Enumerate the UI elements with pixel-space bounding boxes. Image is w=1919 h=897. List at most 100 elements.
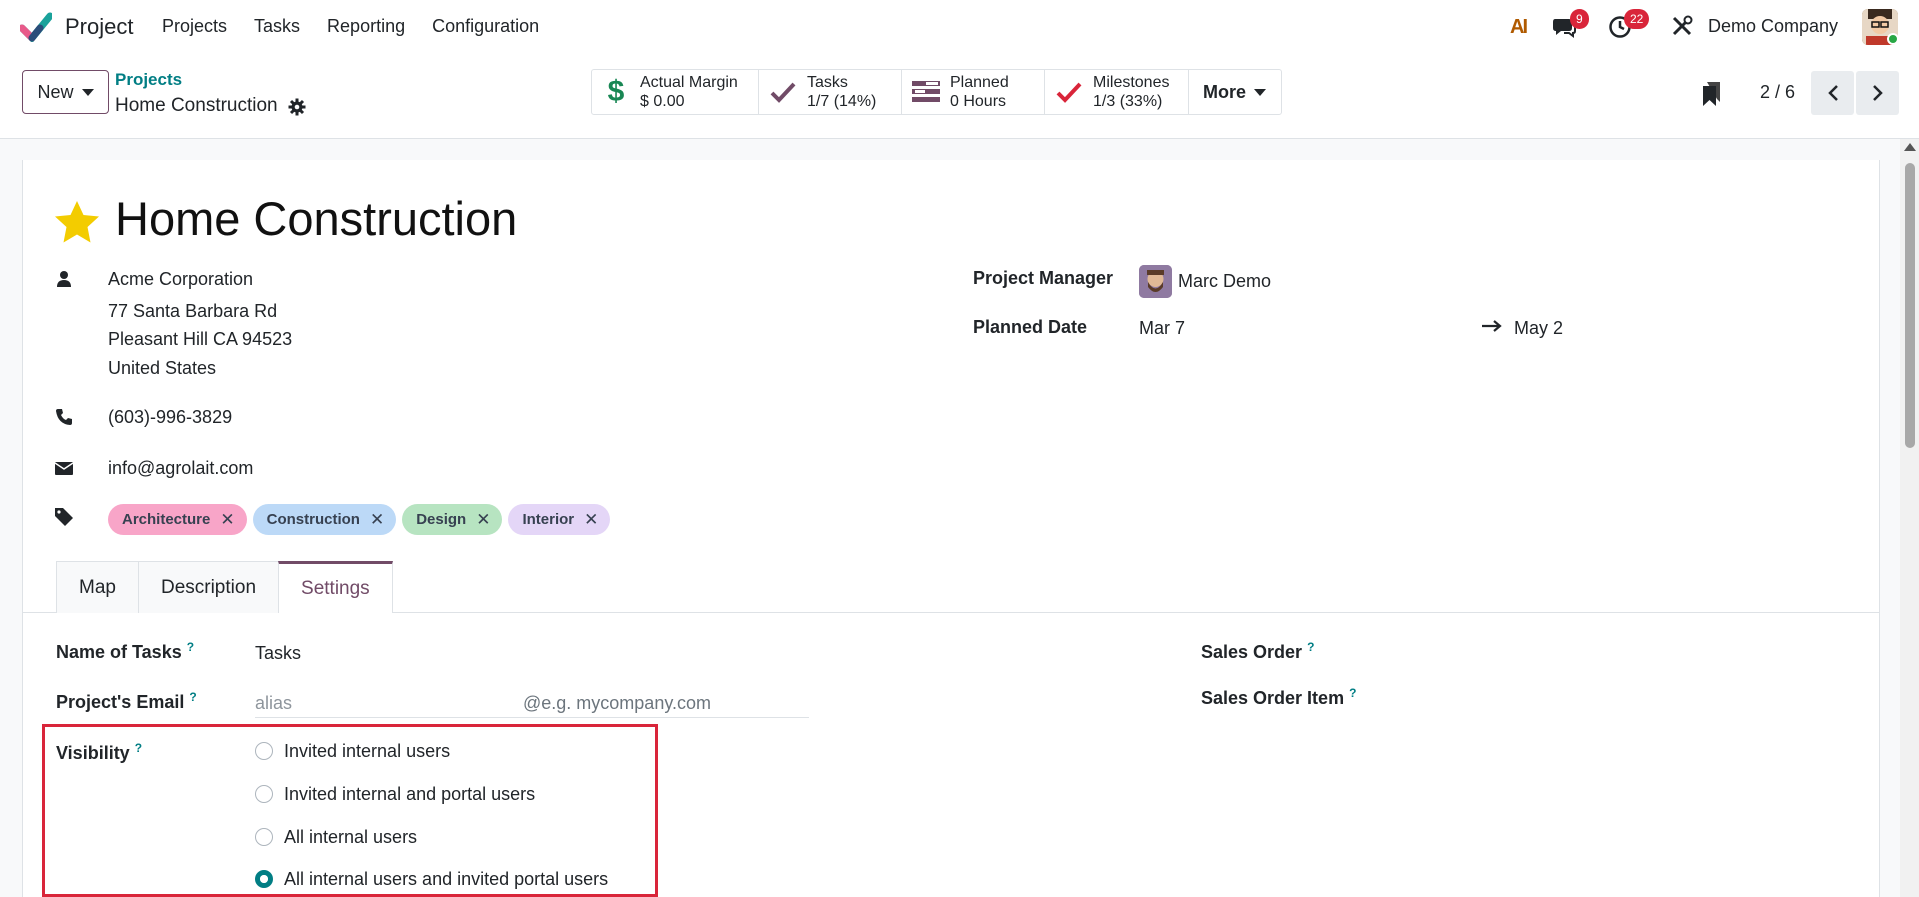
menu-reporting[interactable]: Reporting bbox=[327, 16, 405, 37]
visibility-option-label[interactable]: All internal users and invited portal us… bbox=[284, 869, 608, 890]
ai-icon[interactable]: AI bbox=[1510, 16, 1528, 39]
visibility-radio-all-internal[interactable] bbox=[255, 828, 273, 846]
more-label: More bbox=[1203, 81, 1247, 102]
arrow-right-icon bbox=[1482, 320, 1502, 332]
menu-projects[interactable]: Projects bbox=[162, 16, 227, 37]
bookmark-icon[interactable] bbox=[1703, 82, 1721, 106]
customer-country: United States bbox=[108, 358, 217, 378]
visibility-radio-invited-internal[interactable] bbox=[255, 742, 273, 760]
remove-tag-icon[interactable]: ✕ bbox=[584, 510, 598, 530]
check-icon bbox=[769, 78, 797, 106]
tag-label: Architecture bbox=[122, 511, 211, 528]
tab-map[interactable]: Map bbox=[56, 561, 139, 613]
scrollbar-thumb[interactable] bbox=[1905, 163, 1915, 448]
menu-tasks[interactable]: Tasks bbox=[254, 16, 300, 37]
online-status-icon bbox=[1887, 33, 1899, 45]
tag-label: Construction bbox=[266, 511, 360, 528]
gear-icon[interactable] bbox=[288, 98, 306, 116]
main-menu: Projects Tasks Reporting Configuration bbox=[162, 16, 566, 37]
check-icon bbox=[1055, 78, 1083, 106]
tag-interior: Interior ✕ bbox=[508, 504, 611, 535]
smart-button-value: $ 0.00 bbox=[640, 93, 685, 110]
project-email-label: Project's Email? bbox=[56, 690, 197, 712]
customer-name[interactable]: Acme Corporation bbox=[108, 269, 253, 290]
visibility-radio-all-internal-invited-portal[interactable] bbox=[255, 870, 273, 888]
notebook-tabs: Map Description Settings bbox=[56, 561, 393, 613]
new-button-label: New bbox=[37, 81, 74, 102]
phone-icon bbox=[56, 409, 72, 425]
planned-date-label: Planned Date bbox=[973, 317, 1088, 337]
pager-value[interactable]: 2 / 6 bbox=[1760, 82, 1795, 103]
more-button[interactable]: More bbox=[1189, 70, 1281, 114]
planning-icon bbox=[912, 78, 940, 106]
remove-tag-icon[interactable]: ✕ bbox=[220, 510, 234, 530]
remove-tag-icon[interactable]: ✕ bbox=[476, 510, 490, 530]
email-address[interactable]: info@agrolait.com bbox=[108, 458, 253, 479]
tag-label: Design bbox=[416, 511, 467, 528]
top-navbar: Project Projects Tasks Reporting Configu… bbox=[0, 0, 1919, 55]
project-app-icon[interactable] bbox=[20, 12, 52, 42]
favorite-star-icon[interactable] bbox=[54, 200, 100, 244]
email-icon bbox=[55, 462, 73, 475]
visibility-label: Visibility? bbox=[56, 741, 143, 763]
help-tooltip-icon[interactable]: ? bbox=[1307, 640, 1314, 654]
smart-buttons: $ Actual Margin $ 0.00 Tasks 1/7 (14%) P… bbox=[591, 69, 1282, 115]
customer-city: Pleasant Hill CA 94523 bbox=[108, 329, 293, 349]
chevron-right-icon bbox=[1872, 85, 1883, 101]
help-tooltip-icon[interactable]: ? bbox=[187, 640, 194, 654]
help-tooltip-icon[interactable]: ? bbox=[189, 690, 196, 704]
smart-button-actual-margin[interactable]: $ Actual Margin $ 0.00 bbox=[592, 70, 759, 114]
caret-down-icon bbox=[81, 88, 94, 96]
help-tooltip-icon[interactable]: ? bbox=[1349, 686, 1356, 700]
user-icon bbox=[57, 271, 71, 287]
app-name[interactable]: Project bbox=[65, 14, 133, 40]
pager-previous-button[interactable] bbox=[1811, 71, 1854, 115]
tools-icon[interactable] bbox=[1671, 15, 1693, 37]
remove-tag-icon[interactable]: ✕ bbox=[370, 510, 384, 530]
phone-number[interactable]: (603)-996-3829 bbox=[108, 407, 232, 428]
sales-order-label: Sales Order? bbox=[1201, 640, 1315, 662]
tags-field[interactable]: Architecture ✕ Construction ✕ Design ✕ I… bbox=[108, 504, 611, 535]
smart-button-planned[interactable]: Planned 0 Hours bbox=[902, 70, 1045, 114]
menu-configuration[interactable]: Configuration bbox=[432, 16, 539, 37]
tag-design: Design ✕ bbox=[402, 504, 503, 535]
smart-button-label: Milestones bbox=[1093, 74, 1170, 91]
project-title[interactable]: Home Construction bbox=[115, 191, 517, 246]
visibility-option-label[interactable]: Invited internal and portal users bbox=[284, 784, 535, 805]
scroll-up-arrow-icon[interactable] bbox=[1904, 143, 1916, 151]
caret-down-icon bbox=[1254, 88, 1267, 96]
planned-start-date[interactable]: Mar 7 bbox=[1139, 318, 1185, 339]
tab-description[interactable]: Description bbox=[137, 561, 280, 613]
name-of-tasks-input[interactable]: Tasks bbox=[255, 643, 301, 664]
chat-count-badge: 9 bbox=[1570, 9, 1589, 29]
email-input-underline bbox=[255, 717, 809, 718]
smart-button-value: 0 Hours bbox=[950, 93, 1007, 110]
smart-button-value: 1/7 (14%) bbox=[807, 93, 877, 110]
dollar-icon: $ bbox=[607, 75, 625, 108]
planned-end-date[interactable]: May 2 bbox=[1514, 318, 1563, 339]
visibility-option-label[interactable]: Invited internal users bbox=[284, 741, 450, 762]
tab-settings[interactable]: Settings bbox=[278, 561, 393, 613]
manager-avatar bbox=[1139, 265, 1172, 298]
tag-architecture: Architecture ✕ bbox=[108, 504, 247, 535]
visibility-radio-invited-internal-portal[interactable] bbox=[255, 785, 273, 803]
smart-button-label: Actual Margin bbox=[640, 74, 738, 91]
sales-order-item-label: Sales Order Item? bbox=[1201, 686, 1357, 708]
breadcrumb-current: Home Construction bbox=[115, 95, 278, 116]
new-button[interactable]: New bbox=[22, 70, 109, 114]
smart-button-tasks[interactable]: Tasks 1/7 (14%) bbox=[759, 70, 902, 114]
alias-domain-input[interactable]: @e.g. mycompany.com bbox=[523, 693, 711, 714]
alias-input[interactable]: alias bbox=[255, 693, 292, 714]
control-panel: New Projects Home Construction $ Actual … bbox=[0, 55, 1919, 139]
tag-construction: Construction ✕ bbox=[252, 504, 397, 535]
pager-next-button[interactable] bbox=[1856, 71, 1899, 115]
company-switcher[interactable]: Demo Company bbox=[1708, 16, 1838, 37]
smart-button-milestones[interactable]: Milestones 1/3 (33%) bbox=[1045, 70, 1189, 114]
project-manager[interactable]: Marc Demo bbox=[1178, 271, 1271, 292]
smart-button-label: Planned bbox=[950, 74, 1009, 91]
tag-label: Interior bbox=[522, 511, 575, 528]
visibility-option-label[interactable]: All internal users bbox=[284, 827, 417, 848]
help-tooltip-icon[interactable]: ? bbox=[135, 741, 142, 755]
breadcrumb-projects[interactable]: Projects bbox=[115, 70, 182, 90]
project-manager-label: Project Manager bbox=[973, 268, 1114, 288]
